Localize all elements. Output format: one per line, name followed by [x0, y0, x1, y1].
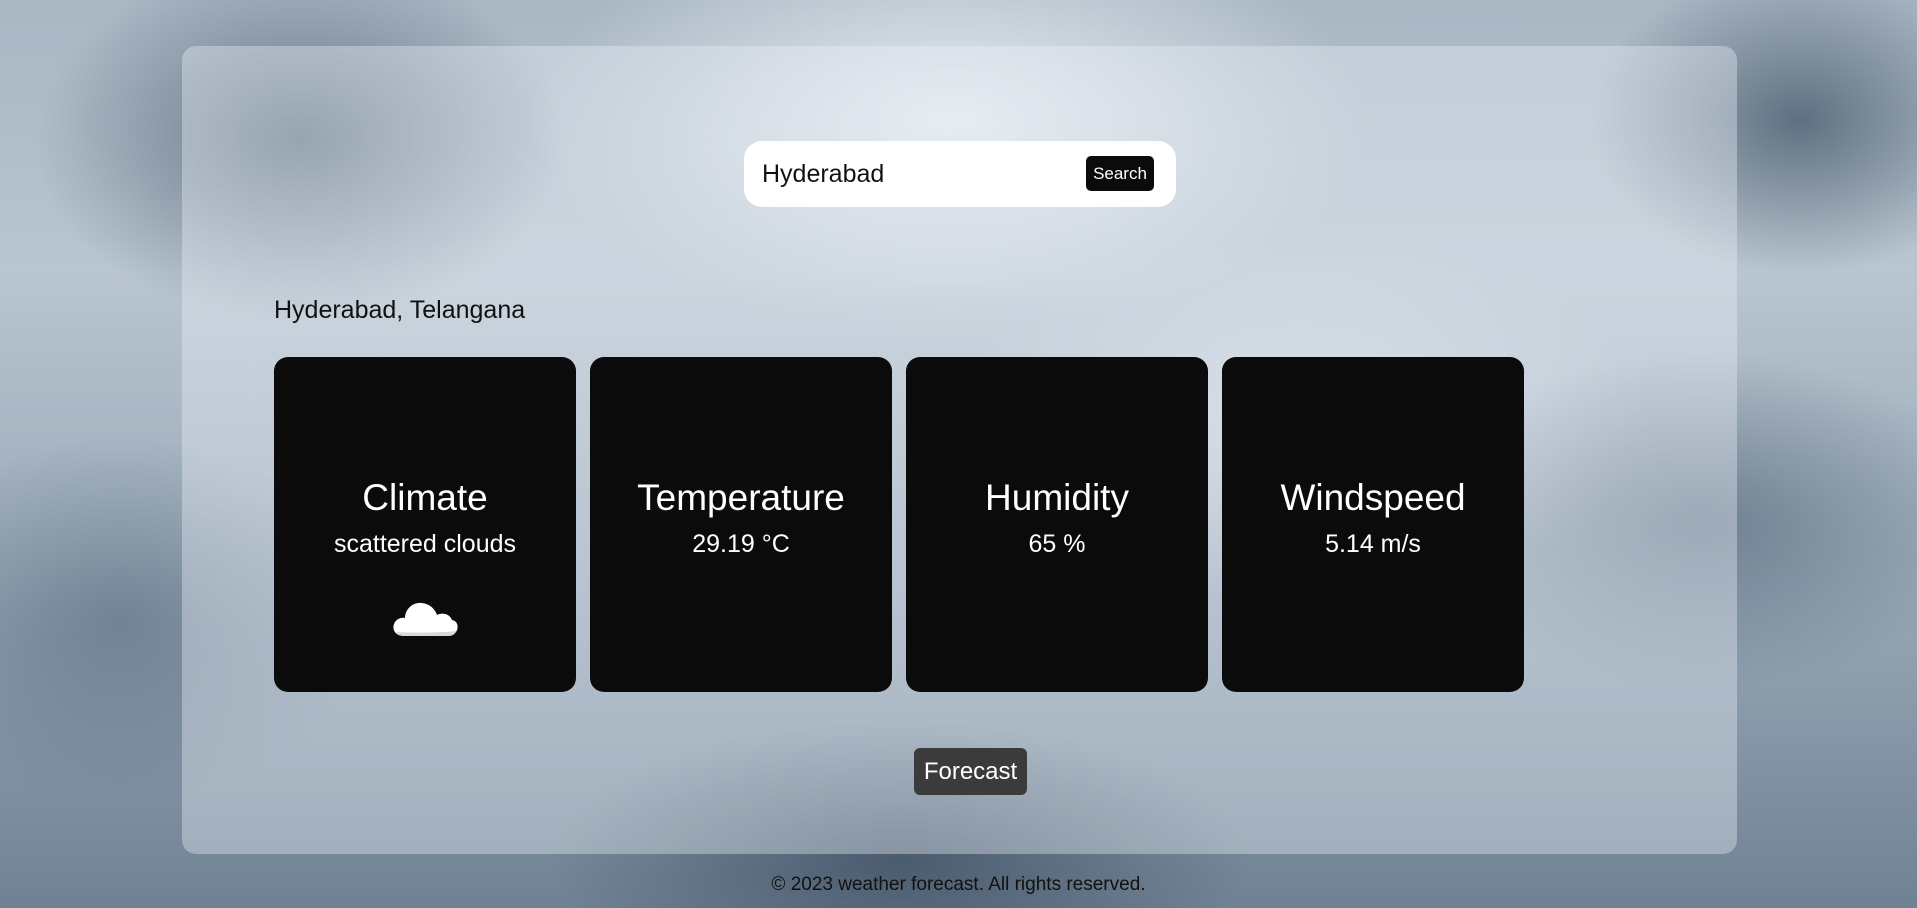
card-title: Climate: [362, 477, 488, 518]
search-button[interactable]: Search: [1086, 156, 1154, 191]
temperature-card: Temperature 29.19 °C: [590, 357, 892, 692]
location-label: Hyderabad, Telangana: [274, 296, 526, 324]
card-value: scattered clouds: [333, 530, 517, 558]
search-input[interactable]: [762, 155, 1062, 193]
card-value: 29.19 °C: [692, 530, 790, 558]
card-value: 65 %: [1028, 530, 1086, 558]
card-title: Temperature: [637, 477, 845, 518]
card-title: Humidity: [985, 477, 1129, 518]
humidity-card: Humidity 65 %: [906, 357, 1208, 692]
footer-copyright: © 2023 weather forecast. All rights rese…: [771, 874, 1146, 895]
card-value: 5.14 m/s: [1325, 530, 1421, 558]
cloud-icon: [393, 602, 458, 636]
windspeed-card: Windspeed 5.14 m/s: [1222, 357, 1524, 692]
card-title: Windspeed: [1280, 477, 1466, 518]
forecast-button[interactable]: Forecast: [914, 748, 1027, 795]
search-bar: Search: [744, 141, 1176, 207]
climate-card: Climate scattered clouds: [274, 357, 576, 692]
